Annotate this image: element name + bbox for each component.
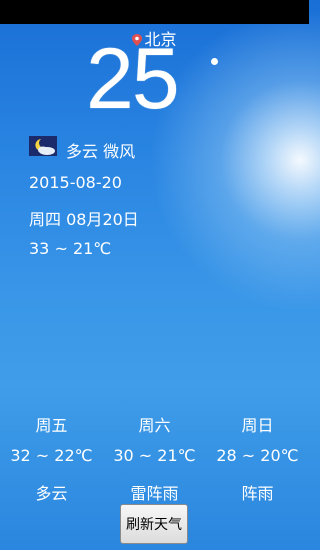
forecast-condition-3: 阵雨	[241, 484, 274, 503]
forecast-range-2: 30 ~ 21℃	[113, 446, 196, 465]
weather-condition: 多云 微风	[66, 142, 136, 161]
forecast-range-3: 28 ~ 20℃	[216, 446, 299, 465]
degree-symbol	[211, 58, 218, 65]
forecast-condition-1: 多云	[35, 484, 68, 503]
status-bar	[0, 0, 309, 24]
moon-cloud-icon	[29, 136, 57, 156]
forecast-day-2: 周六	[138, 416, 171, 435]
forecast-day-3: 周日	[241, 416, 274, 435]
forecast-range-1: 32 ~ 22℃	[10, 446, 93, 465]
current-date: 2015-08-20	[29, 173, 122, 192]
forecast-condition-2: 雷阵雨	[130, 484, 179, 503]
temperature-range: 33 ~ 21℃	[29, 239, 112, 258]
refresh-weather-button[interactable]: 刷新天气	[120, 504, 188, 544]
forecast-day-1: 周五	[35, 416, 68, 435]
current-temperature: 25	[86, 31, 180, 127]
weekday-date: 周四 08月20日	[29, 210, 139, 229]
